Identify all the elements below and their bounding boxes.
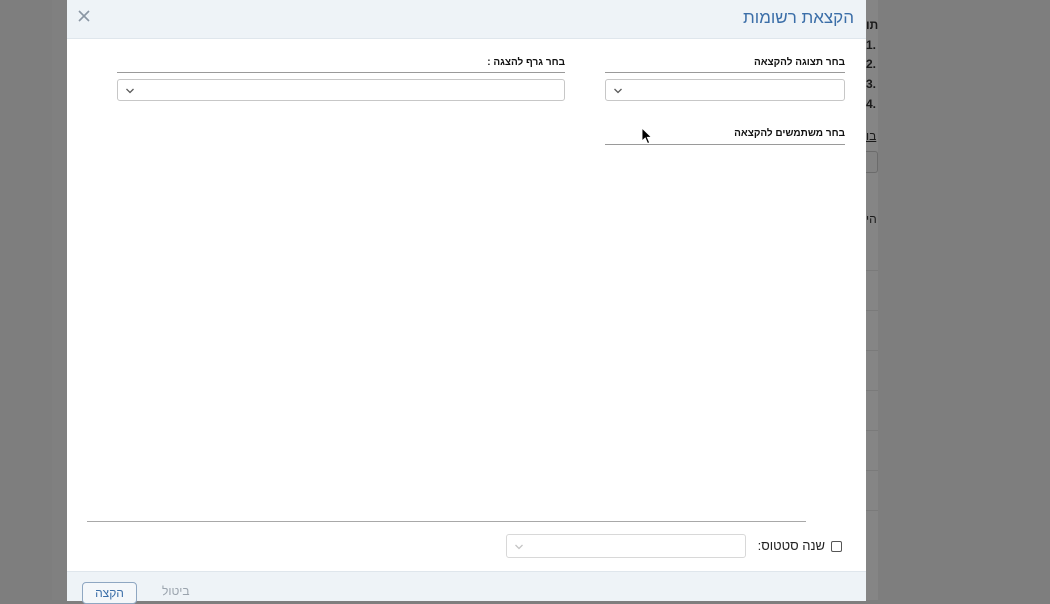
background-row-divider [866, 510, 878, 511]
background-list-item: 2. [866, 57, 877, 71]
background-list-item: 4. [866, 97, 877, 111]
background-row-divider [866, 390, 878, 391]
dialog-header: הקצאת רשומות [67, 0, 866, 39]
users-select-label: בחר משתמשים להקצאה [734, 128, 845, 139]
view-select[interactable] [605, 79, 845, 101]
chevron-down-icon [613, 84, 623, 96]
chevron-down-icon [514, 540, 524, 552]
close-icon[interactable] [75, 8, 93, 26]
status-select[interactable] [506, 534, 746, 558]
background-row-divider [866, 270, 878, 271]
dialog-title: הקצאת רשומות [743, 8, 854, 27]
background-row-divider [866, 350, 878, 351]
background-heading: הי [866, 212, 877, 226]
close-icon-glyph [78, 10, 90, 22]
mouse-cursor-icon [641, 127, 653, 145]
assign-button[interactable]: הקצה [82, 582, 137, 604]
background-list-item: 1. [866, 38, 877, 52]
background-row-divider [866, 470, 878, 471]
graph-select-underline [117, 72, 565, 73]
section-divider [87, 521, 806, 522]
view-select-underline [605, 72, 845, 73]
view-select-label: בחר תצוגה להקצאה [753, 57, 845, 68]
cancel-button[interactable]: ביטול [162, 584, 190, 598]
background-link: בו [866, 129, 877, 143]
graph-select-label: בחר גרף להצגה : [487, 57, 565, 68]
background-list-item: 3. [866, 77, 877, 91]
background-text-line: תו [866, 18, 879, 32]
change-status-label: שנה סטטוס: [757, 538, 825, 553]
background-row-divider [866, 430, 878, 431]
assign-records-dialog: הקצאת רשומות בחר תצוגה להקצאה בחר גרף לה… [67, 0, 866, 604]
background-row-divider [866, 310, 878, 311]
graph-select[interactable] [117, 79, 565, 101]
dialog-footer: הקצה ביטול [67, 571, 866, 604]
chevron-down-icon [125, 84, 135, 96]
change-status-checkbox[interactable] [831, 541, 842, 552]
